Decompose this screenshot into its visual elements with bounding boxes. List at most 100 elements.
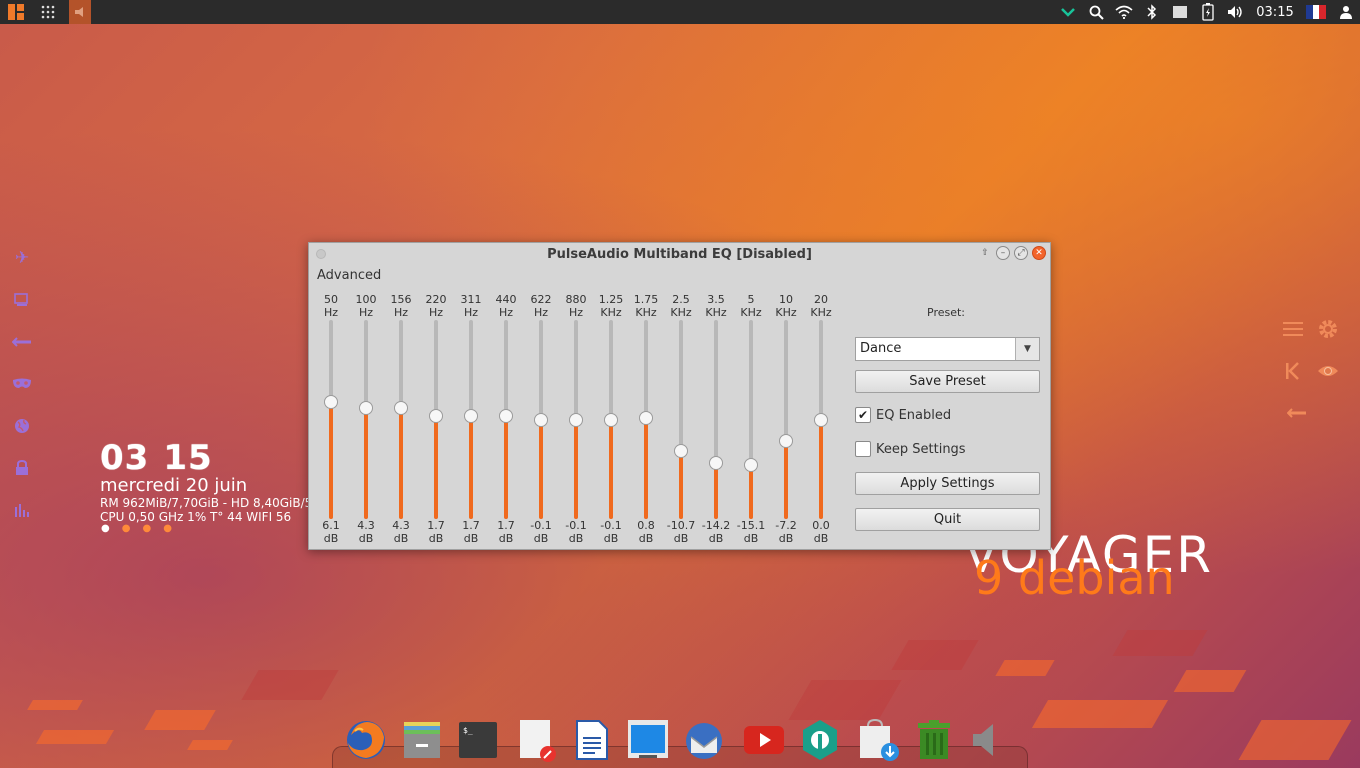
search-icon[interactable]	[1082, 0, 1110, 24]
band-gain-value: 0.0	[812, 519, 830, 532]
band-frequency-label: 311 Hz	[454, 293, 488, 319]
band-slider-fill	[504, 415, 508, 519]
monitor-icon[interactable]	[10, 288, 34, 312]
band-frequency-unit: Hz	[428, 306, 444, 319]
thunderbird-icon[interactable]	[682, 718, 726, 762]
band-slider-handle[interactable]	[779, 434, 793, 449]
band-frequency-unit: KHz	[635, 306, 657, 319]
globe-icon[interactable]	[10, 414, 34, 438]
eq-band: 3.5 KHz -14.2 dB	[699, 293, 733, 545]
software-icon[interactable]	[798, 718, 842, 762]
arrow-left-icon[interactable]	[10, 330, 34, 354]
band-slider-fill	[364, 407, 368, 519]
band-slider-handle[interactable]	[639, 410, 653, 425]
minimize-icon[interactable]: –	[996, 246, 1010, 260]
preset-select[interactable]: Dance ▼	[855, 337, 1040, 361]
band-frequency-label: 1.75 KHz	[629, 293, 663, 319]
band-slider-handle[interactable]	[744, 458, 758, 473]
firefox-icon[interactable]	[344, 718, 388, 762]
band-slider-handle[interactable]	[569, 412, 583, 427]
band-frequency-label: 1.25 KHz	[594, 293, 628, 319]
app-grid-icon[interactable]	[32, 0, 64, 24]
band-slider-handle[interactable]	[464, 408, 478, 423]
band-slider-handle[interactable]	[429, 408, 443, 423]
battery-icon[interactable]	[1194, 0, 1222, 24]
band-gain-label: -10.7 dB	[664, 519, 698, 545]
lock-icon[interactable]	[10, 456, 34, 480]
advanced-menu[interactable]: Advanced	[317, 268, 381, 283]
band-slider-handle[interactable]	[534, 412, 548, 427]
mask-icon[interactable]	[10, 372, 34, 396]
band-slider-handle[interactable]	[359, 400, 373, 415]
checkbox-empty[interactable]	[855, 441, 871, 457]
gear-icon[interactable]	[1317, 315, 1339, 343]
band-frequency-unit: KHz	[775, 306, 797, 319]
screen-icon[interactable]	[1166, 0, 1194, 24]
volume-icon[interactable]	[964, 718, 1008, 762]
maximize-icon[interactable]: ⤢	[1014, 246, 1028, 260]
window-titlebar[interactable]: PulseAudio Multiband EQ [Disabled] ⇧ – ⤢…	[309, 243, 1050, 265]
window-menu-icon[interactable]	[316, 249, 326, 259]
band-slider-handle[interactable]	[709, 456, 723, 471]
checkmark-icon[interactable]: ✔	[855, 407, 871, 423]
band-slider-handle[interactable]	[499, 408, 513, 423]
airplane-icon[interactable]: ✈	[10, 246, 34, 270]
user-icon[interactable]	[1332, 0, 1360, 24]
back-arrow-icon[interactable]	[1283, 399, 1311, 427]
band-gain-label: -0.1 dB	[594, 519, 628, 545]
eq-task-icon[interactable]	[69, 0, 91, 24]
chevron-down-icon[interactable]	[1054, 0, 1082, 24]
band-slider-handle[interactable]	[814, 412, 828, 427]
band-frequency-label: 622 Hz	[524, 293, 558, 319]
band-gain-unit: dB	[603, 532, 619, 545]
conky-hour: 03	[100, 438, 150, 478]
youtube-icon[interactable]	[742, 718, 786, 762]
band-gain-unit: dB	[778, 532, 794, 545]
eq-enabled-checkbox[interactable]: ✔ EQ Enabled	[855, 407, 951, 423]
keyboard-layout-flag-icon[interactable]	[1306, 5, 1327, 19]
preset-value[interactable]: Dance	[856, 338, 1015, 360]
band-gain-unit: dB	[323, 532, 339, 545]
eye-icon[interactable]	[1317, 357, 1339, 385]
keep-above-icon[interactable]: ⇧	[978, 246, 992, 260]
apply-settings-button[interactable]: Apply Settings	[855, 472, 1040, 495]
band-frequency-value: 622	[530, 293, 552, 306]
band-gain-unit: dB	[463, 532, 479, 545]
wifi-icon[interactable]	[1110, 0, 1138, 24]
band-frequency-unit: Hz	[393, 306, 409, 319]
file-manager-icon[interactable]	[400, 718, 444, 762]
trash-icon[interactable]	[912, 718, 956, 762]
band-slider-handle[interactable]	[674, 444, 688, 459]
preset-label: Preset:	[927, 306, 966, 319]
band-frequency-value: 1.25	[598, 293, 624, 306]
volume-icon[interactable]	[1222, 0, 1250, 24]
menu-icon[interactable]	[0, 0, 32, 24]
band-gain-value: -0.1	[530, 519, 552, 532]
bluetooth-icon[interactable]	[1138, 0, 1166, 24]
terminal-icon[interactable]: $_	[456, 718, 500, 762]
band-slider-handle[interactable]	[604, 412, 618, 427]
band-gain-unit: dB	[813, 532, 829, 545]
keep-settings-checkbox[interactable]: Keep Settings	[855, 441, 966, 457]
band-slider-handle[interactable]	[324, 394, 338, 409]
band-slider-fill	[679, 451, 683, 519]
band-frequency-unit: KHz	[600, 306, 622, 319]
band-frequency-unit: Hz	[533, 306, 549, 319]
band-gain-unit: dB	[393, 532, 409, 545]
dropdown-arrow-icon[interactable]: ▼	[1015, 338, 1039, 360]
stats-icon[interactable]	[10, 498, 34, 522]
writer-icon[interactable]	[570, 718, 614, 762]
downloads-icon[interactable]	[856, 718, 900, 762]
band-slider-handle[interactable]	[394, 400, 408, 415]
band-gain-value: -15.1	[736, 519, 766, 532]
hamburger-menu-icon[interactable]	[1283, 315, 1303, 343]
close-icon[interactable]: ✕	[1032, 246, 1046, 260]
skip-back-icon[interactable]	[1283, 357, 1303, 385]
quit-button[interactable]: Quit	[855, 508, 1040, 531]
text-editor-icon[interactable]	[514, 718, 558, 762]
screen-icon[interactable]	[626, 718, 670, 762]
save-preset-button[interactable]: Save Preset	[855, 370, 1040, 393]
band-slider-fill	[609, 419, 613, 519]
band-frequency-label: 50 Hz	[314, 293, 348, 319]
clock[interactable]: 03:15	[1250, 5, 1300, 20]
